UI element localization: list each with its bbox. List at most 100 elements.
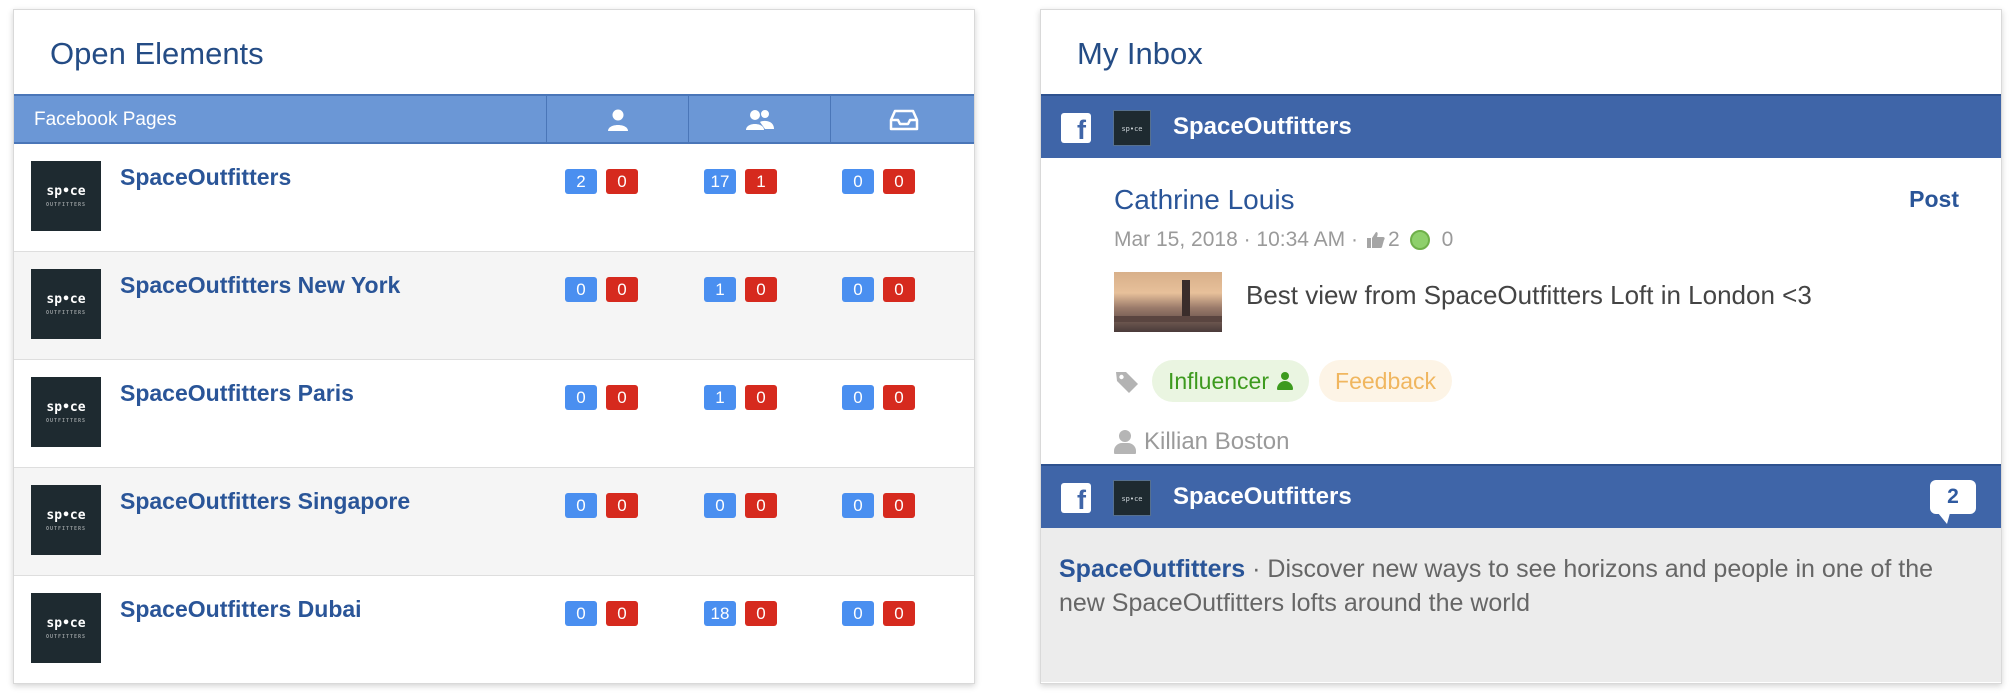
page-logo: sp•ce xyxy=(1113,480,1151,516)
person-icon xyxy=(1277,372,1294,390)
tag-icon xyxy=(1114,369,1138,393)
users-counts: 17 1 xyxy=(704,169,777,194)
count-badge[interactable]: 0 xyxy=(565,493,597,518)
page-name[interactable]: SpaceOutfitters xyxy=(1173,113,1352,141)
page-name-link[interactable]: SpaceOutfitters Dubai xyxy=(120,596,362,623)
sentiment-dot-icon xyxy=(1409,230,1430,250)
facebook-icon: f xyxy=(1061,113,1091,145)
users-counts: 10 xyxy=(704,385,777,410)
alert-badge[interactable]: 0 xyxy=(606,277,638,302)
inbox-tray-icon xyxy=(889,109,919,131)
alert-badge[interactable]: 0 xyxy=(883,385,915,410)
sentiment-count: 0 xyxy=(1441,228,1454,251)
count-badge[interactable]: 0 xyxy=(565,385,597,410)
users-counts: 10 xyxy=(704,277,777,302)
alert-badge[interactable]: 0 xyxy=(883,493,915,518)
count-badge[interactable]: 0 xyxy=(842,277,874,302)
count-badge[interactable]: 0 xyxy=(842,169,874,194)
post-author-link[interactable]: Cathrine Louis xyxy=(1114,184,1295,216)
user-counts: 00 xyxy=(565,385,638,410)
table-row[interactable]: sp•ce OUTFITTERS SpaceOutfitters Paris 00… xyxy=(14,360,974,468)
alert-badge[interactable]: 0 xyxy=(883,277,915,302)
inbox-counts: 00 xyxy=(842,277,915,302)
post-type-label[interactable]: Post xyxy=(1909,186,1959,213)
page-name-link[interactable]: SpaceOutfitters Paris xyxy=(120,380,354,407)
post-meta: Mar 15, 2018 · 10:34 AM · 2 0 xyxy=(1114,228,1453,252)
count-badge[interactable]: 0 xyxy=(565,277,597,302)
count-badge[interactable]: 0 xyxy=(565,601,597,626)
alert-badge[interactable]: 0 xyxy=(745,601,777,626)
open-elements-panel: Open Elements Facebook Pages sp•ce OUTFIT… xyxy=(13,9,975,684)
column-header-user[interactable] xyxy=(546,96,688,144)
count-badge[interactable]: 0 xyxy=(704,493,736,518)
tag-influencer[interactable]: Influencer xyxy=(1152,360,1310,402)
alert-badge[interactable]: 0 xyxy=(606,493,638,518)
column-header-pages[interactable]: Facebook Pages xyxy=(14,96,546,144)
page-logo: sp•ce OUTFITTERS xyxy=(31,269,101,339)
preview-page-link[interactable]: SpaceOutfitters xyxy=(1059,555,1245,583)
alert-badge[interactable]: 0 xyxy=(883,601,915,626)
comment-count-badge[interactable]: 2 xyxy=(1930,480,1976,524)
table-row[interactable]: sp•ce OUTFITTERS SpaceOutfitters New York… xyxy=(14,252,974,360)
inbox-item-header[interactable]: f sp•ce SpaceOutfitters 2 xyxy=(1041,464,2001,528)
likes-count: 2 xyxy=(1387,228,1400,251)
inbox-counts: 00 xyxy=(842,493,915,518)
user-counts: 00 xyxy=(565,277,638,302)
alert-badge[interactable]: 0 xyxy=(606,601,638,626)
page-logo: sp•ce OUTFITTERS xyxy=(31,593,101,663)
tag-label: Feedback xyxy=(1335,368,1437,394)
alert-badge[interactable]: 0 xyxy=(745,493,777,518)
alert-badge[interactable]: 0 xyxy=(606,385,638,410)
user-counts: 00 xyxy=(565,601,638,626)
count-badge[interactable]: 0 xyxy=(842,493,874,518)
person-icon xyxy=(1114,430,1136,454)
user-counts: 20 xyxy=(565,169,638,194)
inbox-item-header[interactable]: f sp•ce SpaceOutfitters xyxy=(1041,94,2001,158)
column-header-inbox[interactable] xyxy=(830,96,974,144)
alert-badge[interactable]: 1 xyxy=(745,169,777,194)
assignee[interactable]: Killian Boston xyxy=(1114,428,1289,456)
table-row[interactable]: sp•ce OUTFITTERS SpaceOutfitters Dubai 00… xyxy=(14,576,974,683)
count-badge[interactable]: 2 xyxy=(565,169,597,194)
panel-title: My Inbox xyxy=(1077,36,1203,71)
post-timestamp: Mar 15, 2018 · 10:34 AM · xyxy=(1114,228,1358,251)
post-preview[interactable]: SpaceOutfitters · Discover new ways to s… xyxy=(1041,528,2001,682)
count-badge[interactable]: 0 xyxy=(842,385,874,410)
inbox-counts: 00 xyxy=(842,385,915,410)
tag-feedback[interactable]: Feedback xyxy=(1319,360,1453,402)
alert-badge[interactable]: 0 xyxy=(745,277,777,302)
users-counts: 00 xyxy=(704,493,777,518)
inbox-counts: 00 xyxy=(842,169,915,194)
count-badge[interactable]: 1 xyxy=(704,277,736,302)
panel-title: Open Elements xyxy=(50,36,264,71)
table-header: Facebook Pages xyxy=(14,94,974,144)
alert-badge[interactable]: 0 xyxy=(883,169,915,194)
post-text: Best view from SpaceOutfitters Loft in L… xyxy=(1246,280,1812,310)
page-name[interactable]: SpaceOutfitters xyxy=(1173,483,1352,511)
count-badge[interactable]: 17 xyxy=(704,169,736,194)
table-row[interactable]: sp•ce OUTFITTERS SpaceOutfitters 20 17 1 0… xyxy=(14,144,974,252)
page-name-link[interactable]: SpaceOutfitters xyxy=(120,164,291,191)
page-name-link[interactable]: SpaceOutfitters New York xyxy=(120,272,400,299)
inbox-counts: 00 xyxy=(842,601,915,626)
page-logo: sp•ce OUTFITTERS xyxy=(31,161,101,231)
user-counts: 00 xyxy=(565,493,638,518)
assignee-name: Killian Boston xyxy=(1144,428,1290,455)
page-name-link[interactable]: SpaceOutfitters Singapore xyxy=(120,488,410,515)
single-user-icon xyxy=(606,108,630,132)
inbox-post[interactable]: Cathrine Louis Post Mar 15, 2018 · 10:34… xyxy=(1041,158,2001,464)
alert-badge[interactable]: 0 xyxy=(606,169,638,194)
thumbs-up-icon xyxy=(1366,230,1386,250)
my-inbox-panel: My Inbox f sp•ce SpaceOutfitters Cathrin… xyxy=(1040,9,2002,684)
count-badge[interactable]: 18 xyxy=(704,601,736,626)
page-logo: sp•ce OUTFITTERS xyxy=(31,485,101,555)
page-logo: sp•ce OUTFITTERS xyxy=(31,377,101,447)
column-header-users[interactable] xyxy=(688,96,830,144)
table-row[interactable]: sp•ce OUTFITTERS SpaceOutfitters Singapor… xyxy=(14,468,974,576)
count-badge[interactable]: 1 xyxy=(704,385,736,410)
post-image[interactable] xyxy=(1114,272,1222,332)
alert-badge[interactable]: 0 xyxy=(745,385,777,410)
count-badge[interactable]: 0 xyxy=(842,601,874,626)
tag-list: Influencer Feedback xyxy=(1114,360,1453,402)
tag-label: Influencer xyxy=(1168,368,1270,394)
